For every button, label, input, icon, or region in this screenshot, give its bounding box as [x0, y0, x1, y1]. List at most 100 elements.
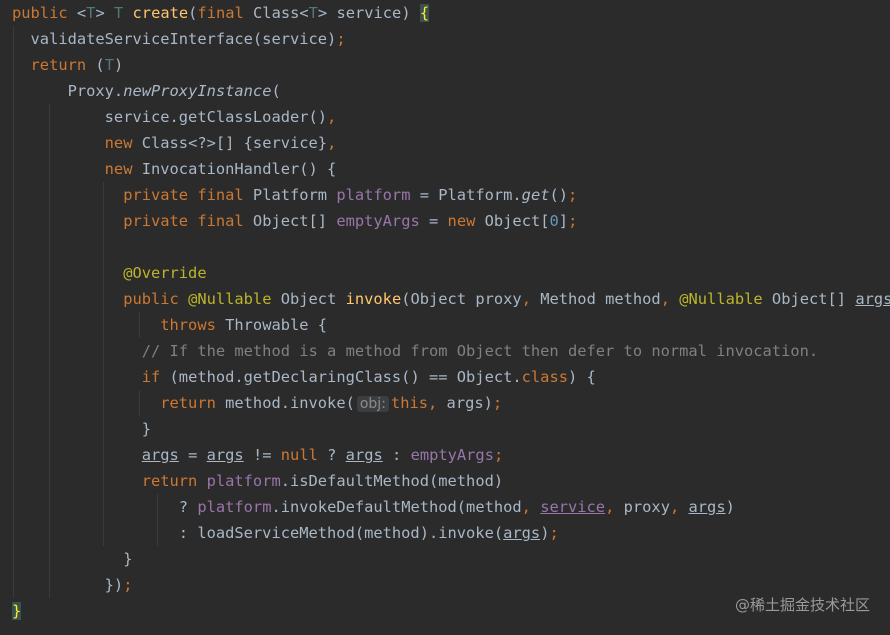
code-token: > — [95, 4, 114, 22]
code-text: public <T> T create(final Class<T> servi… — [12, 0, 430, 26]
code-token: = Platform. — [419, 186, 522, 204]
code-token: Proxy. — [12, 82, 124, 100]
code-line[interactable]: args = args != null ? args : emptyArgs; — [0, 442, 890, 468]
code-token: method.invoke( — [225, 394, 355, 412]
code-token: private final — [12, 186, 253, 204]
code-line[interactable]: new Class<?>[] {service}, — [0, 130, 890, 156]
code-token: new — [447, 212, 485, 230]
code-token: args — [688, 498, 726, 516]
code-token: Method method — [540, 290, 661, 308]
code-token: proxy — [623, 498, 670, 516]
code-token: null — [280, 446, 328, 464]
code-line[interactable]: new InvocationHandler() { — [0, 156, 890, 182]
code-token: , — [327, 134, 337, 152]
indent-guide — [13, 234, 14, 260]
code-token: .isDefaultMethod(method) — [280, 472, 504, 490]
code-line[interactable]: return method.invoke(obj: this, args); — [0, 390, 890, 416]
code-token: = — [178, 446, 207, 464]
code-token: args — [503, 524, 541, 542]
code-line[interactable]: Proxy.newProxyInstance( — [0, 78, 890, 104]
code-line[interactable]: @Override — [0, 260, 890, 286]
code-token: (method.getDeclaringClass() == Object. — [169, 368, 522, 386]
code-line[interactable]: // If the method is a method from Object… — [0, 338, 890, 364]
code-text: service.getClassLoader(), — [12, 104, 337, 130]
code-token: , — [605, 498, 624, 516]
code-token: private final — [12, 212, 253, 230]
code-token: ) — [725, 498, 735, 516]
indent-guide — [49, 234, 50, 260]
code-token: ( — [271, 82, 281, 100]
code-token: (Object proxy — [401, 290, 522, 308]
code-token: 0 — [549, 212, 559, 230]
code-text: : loadServiceMethod(method).invoke(args)… — [12, 520, 559, 546]
code-text: }); — [12, 572, 133, 598]
code-token: ? — [12, 498, 198, 516]
code-token: < — [76, 4, 87, 22]
code-line[interactable]: } — [0, 416, 890, 442]
code-line[interactable]: return platform.isDefaultMethod(method) — [0, 468, 890, 494]
code-token: > service) — [317, 4, 420, 22]
code-token: Object — [280, 290, 346, 308]
parameter-hint: obj: — [356, 396, 389, 412]
code-text: return platform.isDefaultMethod(method) — [12, 468, 503, 494]
code-text: new InvocationHandler() { — [12, 156, 337, 182]
code-token: invoke — [345, 290, 402, 308]
code-text: } — [12, 416, 151, 442]
code-text: return (T) — [12, 52, 124, 78]
code-token: @Override — [12, 264, 207, 282]
code-line[interactable]: service.getClassLoader(), — [0, 104, 890, 130]
code-token: args) — [446, 394, 493, 412]
code-token: ] — [558, 212, 569, 230]
code-text: validateServiceInterface(service); — [12, 26, 346, 52]
code-line[interactable]: ? platform.invokeDefaultMethod(method, s… — [0, 494, 890, 520]
code-line[interactable]: public @Nullable Object invoke(Object pr… — [0, 286, 890, 312]
code-token: emptyArgs — [410, 446, 494, 464]
code-token: new — [12, 160, 142, 178]
code-token: return — [12, 394, 226, 412]
code-token: { — [419, 4, 430, 22]
code-token: Class< — [253, 4, 309, 22]
code-token: , — [428, 394, 447, 412]
code-token: platform — [197, 498, 272, 516]
code-token: args — [141, 446, 179, 464]
code-token: , — [521, 290, 541, 308]
code-token: return — [12, 56, 96, 74]
code-line[interactable]: throws Throwable { — [0, 312, 890, 338]
code-line[interactable]: public <T> T create(final Class<T> servi… — [0, 0, 890, 26]
code-token: , — [669, 498, 689, 516]
code-token: ; — [123, 576, 133, 594]
code-token: = — [429, 212, 448, 230]
code-line[interactable] — [0, 234, 890, 260]
code-text: public @Nullable Object invoke(Object pr… — [12, 286, 890, 312]
code-token: ; — [568, 212, 578, 230]
code-token: .invokeDefaultMethod(method — [271, 498, 522, 516]
code-token: }) — [12, 576, 124, 594]
code-token: args — [855, 290, 890, 308]
indent-guide — [103, 234, 104, 260]
code-token: args — [345, 446, 383, 464]
code-line[interactable]: return (T) — [0, 52, 890, 78]
code-line[interactable]: : loadServiceMethod(method).invoke(args)… — [0, 520, 890, 546]
code-line[interactable]: private final Platform platform = Platfo… — [0, 182, 890, 208]
code-token: ( — [95, 56, 105, 74]
code-token: , — [521, 498, 541, 516]
code-line[interactable]: if (method.getDeclaringClass() == Object… — [0, 364, 890, 390]
code-line[interactable]: } — [0, 546, 890, 572]
code-line[interactable]: private final Object[] emptyArgs = new O… — [0, 208, 890, 234]
code-token: , — [327, 108, 337, 126]
code-text: } — [12, 598, 22, 624]
code-token: } — [12, 550, 133, 568]
code-token: @Nullable — [679, 290, 772, 308]
code-token: get — [521, 186, 550, 204]
code-editor[interactable]: public <T> T create(final Class<T> servi… — [0, 0, 890, 635]
code-token: final — [197, 4, 254, 22]
code-token: , — [660, 290, 680, 308]
code-token: ) { — [567, 368, 596, 386]
code-text: new Class<?>[] {service}, — [12, 130, 337, 156]
code-token: service — [540, 498, 606, 516]
code-line[interactable]: validateServiceInterface(service); — [0, 26, 890, 52]
code-text: @Override — [12, 260, 207, 286]
code-text: Proxy.newProxyInstance( — [12, 78, 281, 104]
code-token: ) — [113, 56, 124, 74]
